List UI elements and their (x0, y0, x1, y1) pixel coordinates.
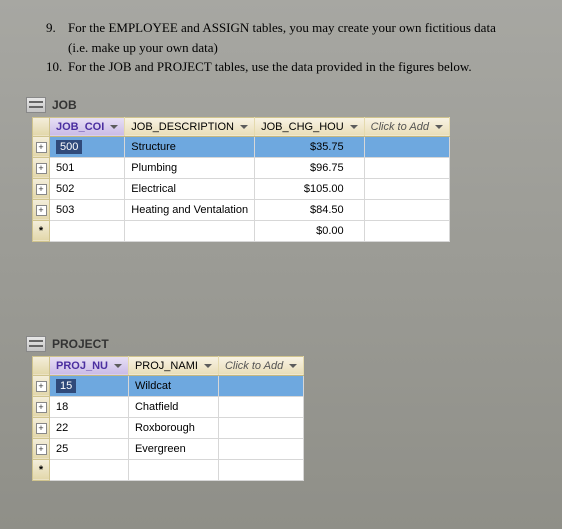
chevron-down-icon (240, 125, 248, 129)
expand-icon[interactable]: + (36, 402, 47, 413)
chevron-down-icon (110, 125, 118, 129)
row-selector[interactable]: + (33, 438, 50, 459)
project-table-title: PROJECT (26, 336, 552, 352)
click-to-add-column[interactable]: Click to Add (218, 356, 303, 375)
datasheet-icon (26, 336, 46, 352)
table-row[interactable]: + 502 Electrical $105.00 (33, 178, 450, 199)
item10-number: 10. (46, 57, 68, 77)
table-row[interactable]: + 500 Structure $35.75 (33, 136, 450, 157)
col-job-chg-hour[interactable]: JOB_CHG_HOU (255, 117, 365, 136)
chevron-down-icon (435, 125, 443, 129)
item9-number: 9. (46, 18, 68, 38)
table-row[interactable]: + 15 Wildcat (33, 375, 304, 396)
item10-text: For the JOB and PROJECT tables, use the … (68, 57, 472, 77)
new-row[interactable]: * (33, 459, 304, 480)
item9-sub: (i.e. make up your own data) (68, 38, 218, 58)
table-row[interactable]: + 501 Plumbing $96.75 (33, 157, 450, 178)
row-selector[interactable]: + (33, 375, 50, 396)
table-row[interactable]: + 503 Heating and Ventalation $84.50 (33, 199, 450, 220)
expand-icon[interactable]: + (36, 142, 47, 153)
col-proj-name[interactable]: PROJ_NAMI (128, 356, 218, 375)
col-proj-num[interactable]: PROJ_NU (50, 356, 129, 375)
expand-icon[interactable]: + (36, 423, 47, 434)
item9-text: For the EMPLOYEE and ASSIGN tables, you … (68, 18, 496, 38)
job-table[interactable]: JOB_COI JOB_DESCRIPTION JOB_CHG_HOU Clic… (32, 117, 450, 242)
col-job-description[interactable]: JOB_DESCRIPTION (125, 117, 255, 136)
row-selector[interactable]: + (33, 157, 50, 178)
table-row[interactable]: + 22 Roxborough (33, 417, 304, 438)
expand-icon[interactable]: + (36, 381, 47, 392)
row-selector-header[interactable] (33, 117, 50, 136)
row-selector-header[interactable] (33, 356, 50, 375)
chevron-down-icon (289, 364, 297, 368)
chevron-down-icon (350, 125, 358, 129)
expand-icon[interactable]: + (36, 444, 47, 455)
table-row[interactable]: + 25 Evergreen (33, 438, 304, 459)
table-row[interactable]: + 18 Chatfield (33, 396, 304, 417)
row-selector[interactable]: + (33, 417, 50, 438)
chevron-down-icon (204, 364, 212, 368)
click-to-add-column[interactable]: Click to Add (364, 117, 449, 136)
datasheet-icon (26, 97, 46, 113)
new-row-selector[interactable]: * (33, 220, 50, 241)
instructions-block: 9. For the EMPLOYEE and ASSIGN tables, y… (46, 18, 532, 77)
job-table-title: JOB (26, 97, 552, 113)
project-table[interactable]: PROJ_NU PROJ_NAMI Click to Add + 15 Wild… (32, 356, 304, 481)
row-selector[interactable]: + (33, 396, 50, 417)
new-row-selector[interactable]: * (33, 459, 50, 480)
row-selector[interactable]: + (33, 136, 50, 157)
row-selector[interactable]: + (33, 199, 50, 220)
expand-icon[interactable]: + (36, 163, 47, 174)
expand-icon[interactable]: + (36, 205, 47, 216)
expand-icon[interactable]: + (36, 184, 47, 195)
row-selector[interactable]: + (33, 178, 50, 199)
col-job-code[interactable]: JOB_COI (50, 117, 125, 136)
chevron-down-icon (114, 364, 122, 368)
new-row[interactable]: * $0.00 (33, 220, 450, 241)
